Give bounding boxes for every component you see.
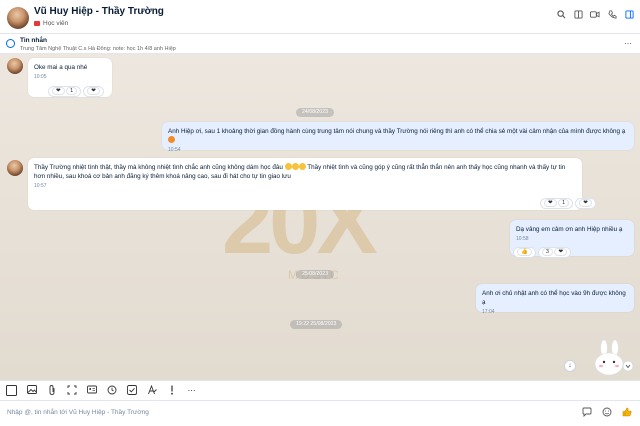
like-button[interactable]: 👍 bbox=[513, 247, 536, 258]
sender-avatar[interactable] bbox=[7, 160, 23, 176]
message-text-part1: Thầy Trường nhiệt tình thật, thầy mà khô… bbox=[34, 164, 283, 171]
image-icon[interactable] bbox=[26, 385, 37, 396]
scroll-to-bottom-button[interactable]: ↓ bbox=[564, 360, 576, 372]
composer-toolbar: ⋯ bbox=[0, 380, 640, 400]
bunny-sticker-icon[interactable] bbox=[588, 340, 634, 380]
grin-emoji-icon bbox=[284, 163, 292, 170]
heart-icon: ❤ bbox=[554, 248, 568, 256]
message-text-part2: Thầy nhiệt tình và cũng góp ý cũng rất t… bbox=[307, 164, 566, 171]
phone-icon[interactable] bbox=[607, 10, 617, 22]
contact-label[interactable]: Học viên bbox=[34, 20, 68, 27]
date-separator: 19:22 25/08/2023 bbox=[290, 320, 343, 329]
heart-eyes-emoji-icon bbox=[168, 136, 175, 143]
reaction-bar: ❤ 1 ❤ bbox=[48, 86, 104, 97]
contact-avatar[interactable] bbox=[7, 7, 29, 29]
business-card-icon[interactable] bbox=[86, 385, 97, 396]
sticker-icon[interactable] bbox=[6, 385, 17, 397]
heart-icon: ❤ bbox=[544, 199, 557, 207]
conversation-info-icon[interactable] bbox=[624, 10, 634, 22]
layout-icon[interactable] bbox=[573, 10, 583, 22]
reaction-count[interactable]: ❤ 1 bbox=[48, 86, 82, 97]
add-reaction-button[interactable]: ❤ bbox=[83, 86, 104, 97]
format-text-icon[interactable] bbox=[146, 384, 157, 396]
reaction-bar: ❤ 1 ❤ bbox=[540, 198, 596, 209]
contact-name[interactable]: Vũ Huy Hiệp - Thầy Trường bbox=[34, 6, 164, 17]
quick-reply-icon[interactable] bbox=[581, 407, 592, 419]
pinned-title: Tin nhắn bbox=[20, 37, 47, 44]
thumbs-up-icon: 👍 bbox=[517, 248, 532, 256]
message-text: Dạ vâng em cảm ơn anh Hiệp nhiều ạ bbox=[516, 226, 623, 233]
message-time: 10:54 bbox=[168, 147, 181, 153]
header-actions bbox=[556, 10, 634, 22]
message-text: Anh Hiệp ơi, sau 1 khoảng thời gian đồng… bbox=[168, 128, 626, 135]
reaction-bar: 👍 3 ❤ bbox=[513, 247, 572, 258]
reaction-count[interactable]: 3 ❤ bbox=[537, 247, 572, 258]
reminder-clock-icon[interactable] bbox=[106, 385, 117, 396]
message-text: Anh ơi chủ nhật anh có thể học vào 9h đư… bbox=[482, 290, 626, 306]
screenshot-icon[interactable] bbox=[66, 385, 77, 396]
chat-header: Vũ Huy Hiệp - Thầy Trường Học viên bbox=[0, 0, 640, 34]
more-options-icon[interactable]: ⋯ bbox=[624, 39, 632, 48]
mark-important-icon[interactable] bbox=[166, 385, 177, 396]
message-text: Oke mai a qua nhé bbox=[34, 64, 88, 71]
pinned-message-bar[interactable]: Tin nhắn Trung Tâm Nghệ Thuật C.s Hà Đôn… bbox=[0, 34, 640, 54]
label-tag-icon bbox=[34, 21, 40, 26]
message-bubble-sent[interactable]: Anh ơi chủ nhật anh có thể học vào 9h đư… bbox=[476, 284, 634, 315]
emoji-icon[interactable] bbox=[601, 407, 612, 419]
message-time: 10:05 bbox=[34, 74, 47, 80]
date-separator: 25/08/2023 bbox=[296, 270, 334, 279]
reaction-count[interactable]: ❤ 1 bbox=[540, 198, 574, 209]
message-composer[interactable]: Nhập @, tin nhắn tới Vũ Huy Hiệp - Thầy … bbox=[0, 400, 640, 426]
grin-emoji-icon bbox=[291, 163, 299, 170]
attach-file-icon[interactable] bbox=[46, 385, 57, 396]
message-time: 10:57 bbox=[34, 183, 47, 189]
heart-icon: ❤ bbox=[52, 87, 65, 95]
add-reaction-button[interactable]: ❤ bbox=[575, 198, 596, 209]
heart-outline-icon: ❤ bbox=[87, 87, 100, 95]
grin-emoji-icon bbox=[298, 163, 306, 170]
message-time: 10:58 bbox=[516, 236, 529, 242]
search-icon[interactable] bbox=[556, 10, 566, 22]
message-text-part3: hơn nhiều, sau khoá cơ bản anh đăng ký t… bbox=[34, 173, 291, 180]
sender-avatar[interactable] bbox=[7, 58, 23, 74]
date-separator: 24/08/2023 bbox=[296, 108, 334, 117]
message-input[interactable]: Nhập @, tin nhắn tới Vũ Huy Hiệp - Thầy … bbox=[7, 409, 149, 416]
message-time: 17:04 bbox=[482, 309, 495, 315]
pinned-text: Trung Tâm Nghệ Thuật C.s Hà Đông: note: … bbox=[20, 46, 176, 52]
message-bubble[interactable]: Thầy Trường nhiệt tình thật, thầy mà khô… bbox=[28, 158, 582, 210]
video-call-icon[interactable] bbox=[590, 10, 600, 22]
message-list[interactable]: 20X MUSIC Oke mai a qua nhé 10:05 ❤ 1 ❤ … bbox=[0, 54, 640, 380]
task-checklist-icon[interactable] bbox=[126, 385, 137, 396]
chat-bubble-icon bbox=[6, 39, 15, 48]
more-tools-icon[interactable]: ⋯ bbox=[186, 385, 197, 396]
label-text: Học viên bbox=[43, 20, 69, 27]
like-thumbs-up-icon[interactable] bbox=[621, 407, 632, 419]
heart-outline-icon: ❤ bbox=[579, 199, 592, 207]
message-bubble-sent[interactable]: Anh Hiệp ơi, sau 1 khoảng thời gian đồng… bbox=[162, 122, 634, 153]
